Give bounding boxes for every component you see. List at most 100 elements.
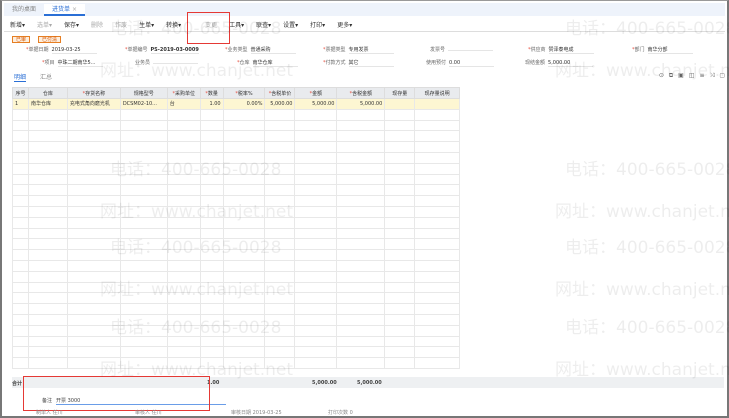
empty-cell[interactable]: [336, 259, 386, 272]
empty-cell[interactable]: [119, 249, 168, 261]
empty-cell[interactable]: [27, 335, 68, 348]
empty-cell[interactable]: [336, 162, 386, 175]
empty-cell[interactable]: [384, 303, 416, 315]
empty-cell[interactable]: [166, 108, 201, 121]
table-row[interactable]: [12, 151, 460, 164]
table-row[interactable]: [12, 346, 460, 359]
empty-cell[interactable]: [166, 216, 201, 229]
table-row[interactable]: [12, 216, 460, 229]
empty-cell[interactable]: [199, 227, 224, 240]
empty-cell[interactable]: [384, 259, 416, 272]
cell-item-name[interactable]: 充电式角向磨光机: [66, 98, 121, 110]
empty-cell[interactable]: [384, 184, 416, 197]
generate-button[interactable]: 生单▾: [133, 20, 160, 29]
insert-icon[interactable]: ▣: [678, 72, 684, 80]
col-tax-rate[interactable]: *税率%: [222, 87, 266, 99]
empty-cell[interactable]: [264, 303, 296, 315]
cell-amount[interactable]: 5,000.00: [294, 98, 338, 110]
empty-cell[interactable]: [336, 173, 386, 186]
empty-cell[interactable]: [66, 130, 121, 143]
empty-cell[interactable]: [222, 249, 266, 261]
empty-cell[interactable]: [12, 205, 29, 218]
empty-cell[interactable]: [119, 357, 168, 369]
empty-cell[interactable]: [166, 270, 201, 283]
empty-cell[interactable]: [336, 108, 386, 121]
col-stock-note[interactable]: 现存量说明: [414, 87, 460, 99]
empty-cell[interactable]: [12, 173, 29, 186]
empty-cell[interactable]: [414, 184, 460, 197]
empty-cell[interactable]: [166, 324, 201, 337]
empty-cell[interactable]: [119, 205, 168, 218]
empty-cell[interactable]: [336, 216, 386, 229]
empty-cell[interactable]: [166, 335, 201, 348]
empty-cell[interactable]: [414, 357, 460, 369]
paid-field[interactable]: 现结金额 5,000.00: [525, 59, 594, 67]
empty-cell[interactable]: [66, 216, 121, 229]
empty-cell[interactable]: [166, 357, 201, 369]
empty-cell[interactable]: [12, 195, 29, 207]
empty-cell[interactable]: [414, 270, 460, 283]
empty-cell[interactable]: [222, 184, 266, 197]
col-tax-amount[interactable]: *含税金额: [336, 87, 386, 99]
tab-detail[interactable]: 明细: [14, 72, 27, 82]
empty-cell[interactable]: [222, 227, 266, 240]
table-row[interactable]: [12, 270, 460, 283]
cell-tax-amount[interactable]: 5,000.00: [336, 98, 386, 110]
empty-cell[interactable]: [264, 184, 296, 197]
empty-cell[interactable]: [414, 195, 460, 207]
empty-cell[interactable]: [384, 227, 416, 240]
empty-cell[interactable]: [384, 119, 416, 132]
empty-cell[interactable]: [119, 227, 168, 240]
tab-summary[interactable]: 汇总: [40, 72, 52, 82]
empty-cell[interactable]: [66, 195, 121, 207]
table-row[interactable]: [12, 303, 460, 315]
empty-cell[interactable]: [222, 173, 266, 186]
empty-cell[interactable]: [119, 335, 168, 348]
supplier-field[interactable]: *供应商 赞泽泰电成: [528, 46, 594, 54]
empty-cell[interactable]: [414, 346, 460, 359]
empty-cell[interactable]: [294, 119, 338, 132]
empty-cell[interactable]: [294, 346, 338, 359]
empty-cell[interactable]: [222, 108, 266, 121]
empty-cell[interactable]: [336, 205, 386, 218]
empty-cell[interactable]: [12, 130, 29, 143]
empty-cell[interactable]: [66, 249, 121, 261]
table-row[interactable]: [12, 238, 460, 251]
table-row[interactable]: [12, 173, 460, 186]
table-row[interactable]: [12, 205, 460, 218]
empty-cell[interactable]: [199, 108, 224, 121]
empty-cell[interactable]: [119, 281, 168, 294]
empty-cell[interactable]: [294, 162, 338, 175]
empty-cell[interactable]: [294, 324, 338, 337]
empty-cell[interactable]: [264, 216, 296, 229]
table-row[interactable]: [12, 249, 460, 261]
empty-cell[interactable]: [199, 303, 224, 315]
empty-cell[interactable]: [222, 313, 266, 326]
cell-spec[interactable]: DCSM02-10...: [119, 98, 168, 110]
empty-cell[interactable]: [12, 119, 29, 132]
empty-cell[interactable]: [66, 303, 121, 315]
empty-cell[interactable]: [222, 238, 266, 251]
empty-cell[interactable]: [66, 108, 121, 121]
query-button[interactable]: 联查▾: [250, 20, 277, 29]
location-icon[interactable]: ⊙: [659, 72, 664, 80]
empty-cell[interactable]: [384, 335, 416, 348]
empty-cell[interactable]: [12, 227, 29, 240]
batch-icon[interactable]: ◫: [689, 72, 695, 80]
new-button[interactable]: 新增▾: [4, 20, 31, 29]
empty-cell[interactable]: [384, 357, 416, 369]
empty-cell[interactable]: [66, 346, 121, 359]
table-row[interactable]: [12, 184, 460, 197]
empty-cell[interactable]: [264, 259, 296, 272]
empty-cell[interactable]: [119, 259, 168, 272]
column-icon[interactable]: ▢: [719, 72, 725, 80]
empty-cell[interactable]: [12, 216, 29, 229]
empty-cell[interactable]: [294, 205, 338, 218]
col-warehouse[interactable]: 仓库: [27, 87, 68, 99]
empty-cell[interactable]: [384, 141, 416, 153]
empty-cell[interactable]: [414, 227, 460, 240]
warehouse-field[interactable]: *仓库 南华仓库: [237, 59, 298, 67]
empty-cell[interactable]: [66, 313, 121, 326]
empty-cell[interactable]: [199, 205, 224, 218]
empty-cell[interactable]: [384, 281, 416, 294]
